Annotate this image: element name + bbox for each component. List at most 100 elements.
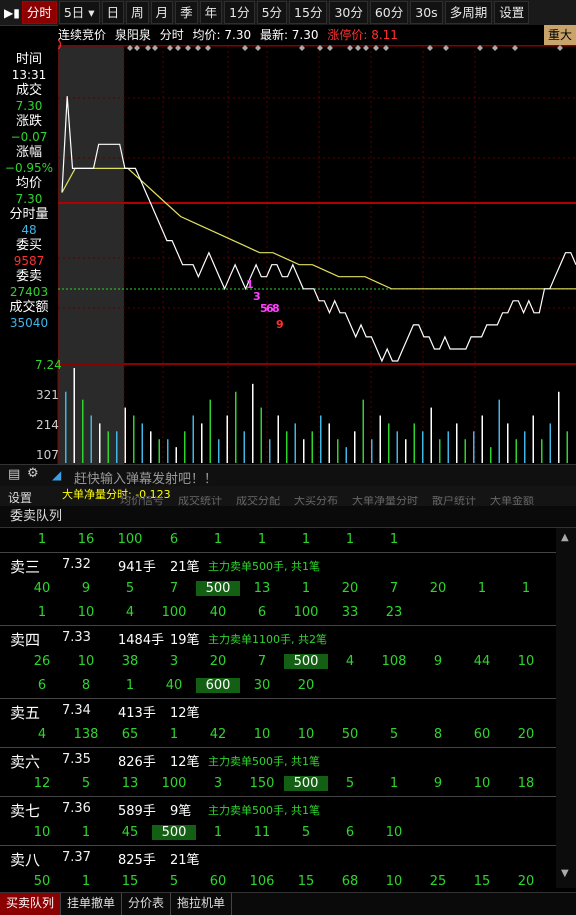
order-cell: 1	[257, 532, 267, 547]
volume-bar-56	[541, 439, 543, 463]
change-label: 涨跌	[15, 114, 42, 129]
queue-level-2[interactable]: 卖五 7.34 413手 12笔	[0, 698, 556, 723]
order-row-2-0: 4 138 65 1 42 10 10 50 5 8 60 20	[0, 723, 556, 747]
bottom-tab-1[interactable]: 挂单撤单	[61, 893, 123, 915]
level-note: 主力卖单500手, 共1笔	[208, 804, 320, 817]
order-cell: 100	[161, 605, 187, 620]
menu-expand-icon[interactable]: ▶▮	[4, 6, 20, 20]
volume-bar-32	[337, 439, 339, 463]
order-cell: 10	[77, 605, 95, 620]
level-hands: 413手	[118, 706, 156, 721]
order-cell: 3	[169, 654, 179, 669]
order-cell: 5	[345, 776, 355, 791]
intraday-chart[interactable]: 7.507.24321214107135689	[0, 38, 576, 464]
scroll-up-icon[interactable]: ▲	[561, 532, 569, 543]
level-price: 7.35	[62, 752, 91, 767]
order-cell: 65	[121, 727, 139, 742]
level-note: 主力卖单500手, 共1笔	[208, 560, 320, 573]
list-icon[interactable]: ▤	[8, 467, 20, 482]
level-hands: 1484手	[118, 633, 165, 648]
indicator-tab-3[interactable]: 大买分布	[294, 496, 338, 506]
volume-bar-38	[388, 423, 390, 463]
period-tab-13[interactable]: 多周期	[444, 1, 493, 24]
volume-bar-45	[447, 431, 449, 463]
avg-label: 均价	[15, 176, 42, 191]
order-cell: 1	[389, 776, 399, 791]
indicator-tab-0[interactable]: 均价信号	[120, 496, 164, 506]
period-tab-9[interactable]: 15分	[289, 1, 328, 24]
volume-bar-44	[439, 439, 441, 463]
period-tab-14[interactable]: 设置	[494, 1, 530, 24]
bottom-tab-3[interactable]: 拖拉机单	[171, 893, 233, 915]
order-cell: 11	[253, 825, 271, 840]
period-tab-10[interactable]: 30分	[329, 1, 368, 24]
bottom-tab-2[interactable]: 分价表	[122, 893, 172, 915]
order-cell: 60	[209, 874, 227, 888]
queue-level-0[interactable]: 卖三 7.32 941手 21笔 主力卖单500手, 共1笔	[0, 552, 556, 577]
period-tab-12[interactable]: 30s	[410, 1, 443, 24]
settings-tab[interactable]: 设置	[8, 489, 32, 506]
gear-icon[interactable]: ⚙	[27, 466, 39, 481]
volume-bar-57	[549, 423, 551, 463]
indicator-tab-1[interactable]: 成交统计	[178, 496, 222, 506]
scroll-down-icon[interactable]: ▼	[561, 868, 569, 879]
volume-bar-25	[277, 415, 279, 463]
order-cell: 6	[257, 605, 267, 620]
indicator-tab-4[interactable]: 大单净量分时	[352, 496, 418, 506]
order-cell: 40	[209, 605, 227, 620]
time-value: 13:31	[11, 68, 47, 82]
indicator-tab-5[interactable]: 散户统计	[432, 496, 476, 506]
order-cell: 5	[389, 727, 399, 742]
order-cell: 13	[253, 581, 271, 596]
period-tab-7[interactable]: 1分	[224, 1, 255, 24]
queue-level-5[interactable]: 卖八 7.37 825手 21笔	[0, 845, 556, 870]
queue-level-1[interactable]: 卖四 7.33 1484手 19笔 主力卖单1100手, 共2笔	[0, 625, 556, 650]
level-note: 主力卖单500手, 共1笔	[208, 755, 320, 768]
level-price: 7.34	[62, 703, 91, 718]
order-cell: 1	[477, 581, 487, 596]
volume-bar-40	[405, 439, 407, 463]
volume-bar-8	[133, 415, 135, 463]
volume-bar-36	[371, 439, 373, 463]
period-tab-2[interactable]: 日	[101, 1, 125, 24]
period-tab-11[interactable]: 60分	[369, 1, 409, 24]
order-cell: 10	[517, 654, 535, 669]
order-cell: 4	[345, 654, 355, 669]
period-tab-4[interactable]: 月	[150, 1, 174, 24]
queue-level-3[interactable]: 卖六 7.35 826手 12笔 主力卖单500手, 共1笔	[0, 747, 556, 772]
volume-tick-1: 214	[36, 418, 59, 432]
period-tab-6[interactable]: 年	[199, 1, 223, 24]
queue-level-4[interactable]: 卖七 7.36 589手 9笔 主力卖单500手, 共1笔	[0, 796, 556, 821]
queue-scrollbar[interactable]: ▲ ▼	[556, 528, 576, 888]
order-cell: 1	[389, 532, 399, 547]
bottom-tab-0[interactable]: 买卖队列	[0, 893, 62, 915]
order-cell: 20	[517, 874, 535, 888]
period-tab-8[interactable]: 5分	[256, 1, 288, 24]
volume-bar-47	[464, 439, 466, 463]
ask-value: 27403	[9, 285, 49, 299]
order-row-1-0: 26 10 38 3 20 7 500 4 108 9 44 10	[0, 650, 556, 674]
period-tab-0[interactable]: 分时	[21, 1, 57, 24]
order-cell: 10	[385, 825, 403, 840]
order-cell: 10	[473, 776, 491, 791]
period-tab-5[interactable]: 季	[175, 1, 198, 24]
volume-bar-23	[260, 407, 262, 463]
order-cell: 9	[433, 654, 443, 669]
danmaku-input[interactable]: 赶快输入弹幕发射吧！！	[74, 468, 217, 487]
order-cell: 600	[196, 678, 240, 693]
period-tab-3[interactable]: 周	[126, 1, 149, 24]
volume-bar-46	[456, 423, 458, 463]
order-cell: 7	[389, 581, 399, 596]
order-cell: 5	[81, 776, 91, 791]
volume-bar-13	[175, 447, 177, 463]
period-tab-1[interactable]: 5日 ▾	[58, 1, 100, 24]
indicator-tab-6[interactable]: 大单金额	[490, 496, 534, 506]
level-price: 7.32	[62, 557, 91, 572]
level-bills: 21笔	[170, 560, 200, 575]
indicator-tab-2[interactable]: 成交分配	[236, 496, 280, 506]
order-cell: 100	[161, 776, 187, 791]
volume-bar-6	[116, 431, 118, 463]
order-row-3-0: 12 5 13 100 3 150 500 5 1 9 10 18	[0, 772, 556, 796]
order-cell: 3	[213, 776, 223, 791]
change-value: −0.07	[10, 130, 48, 144]
